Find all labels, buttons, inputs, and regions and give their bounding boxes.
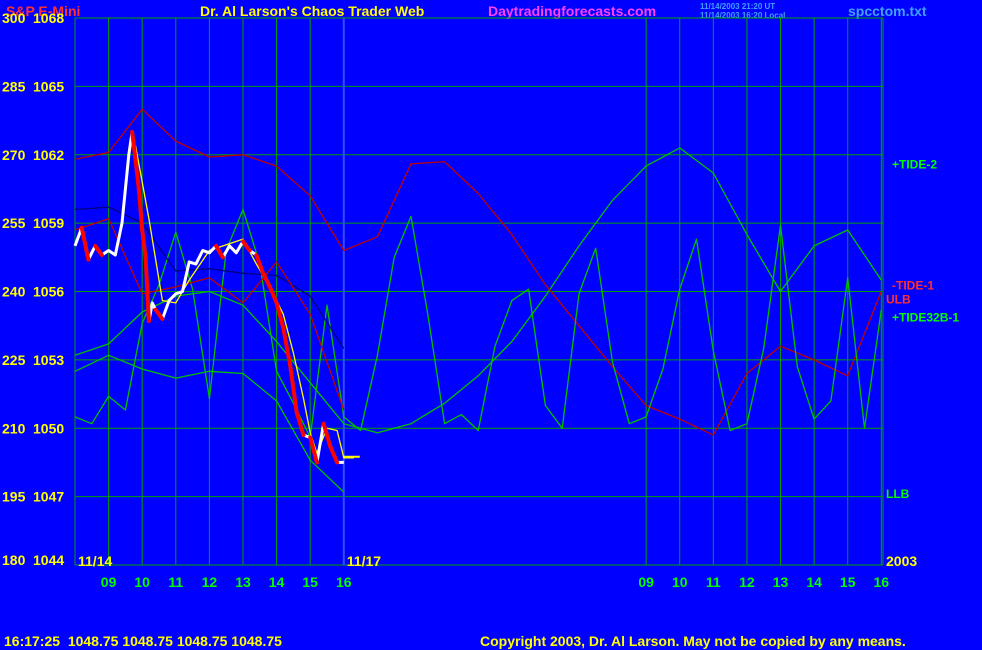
quote-readout: 16:17:25 1048.75 1048.75 1048.75 1048.75 bbox=[4, 633, 282, 649]
y-tick-index-label: 180 bbox=[2, 552, 26, 568]
x-tick-label: 11 bbox=[168, 574, 183, 590]
timestamp-ut: 11/14/2003 21:20 UT bbox=[700, 2, 775, 11]
copyright-notice: Copyright 2003, Dr. Al Larson. May not b… bbox=[480, 633, 906, 649]
x-tick-label: 13 bbox=[773, 574, 789, 590]
y-tick-index-label: 270 bbox=[2, 147, 26, 163]
x-tick-label: 15 bbox=[840, 574, 856, 590]
x-tick-label: 15 bbox=[302, 574, 318, 590]
x-tick-label: 12 bbox=[202, 574, 218, 590]
x-tick-label: 10 bbox=[134, 574, 150, 590]
timestamp-local: 11/14/2003 16:20 Local bbox=[700, 11, 785, 20]
chart-background bbox=[0, 0, 982, 650]
date-label: 2003 bbox=[886, 553, 917, 569]
series-label: ULB bbox=[886, 293, 911, 307]
series-label: +TIDE-2 bbox=[892, 157, 937, 171]
x-tick-label: 16 bbox=[874, 574, 890, 590]
y-tick-price-label: 1050 bbox=[33, 420, 64, 436]
x-tick-label: 16 bbox=[336, 574, 352, 590]
chaos-trader-chart: S&P E-Mini Dr. Al Larson's Chaos Trader … bbox=[0, 0, 982, 650]
x-tick-label: 09 bbox=[638, 574, 654, 590]
y-tick-index-label: 210 bbox=[2, 420, 26, 436]
series-label: LLB bbox=[886, 487, 910, 501]
x-tick-label: 11 bbox=[706, 574, 721, 590]
filename-label: spcctom.txt bbox=[848, 3, 927, 19]
y-tick-price-label: 1047 bbox=[33, 489, 64, 505]
series-label: +TIDE32B-1 bbox=[892, 311, 959, 325]
x-tick-label: 10 bbox=[672, 574, 688, 590]
y-tick-price-label: 1059 bbox=[33, 215, 64, 231]
y-tick-index-label: 195 bbox=[2, 489, 26, 505]
x-tick-label: 13 bbox=[235, 574, 251, 590]
y-tick-price-label: 1056 bbox=[33, 284, 64, 300]
y-tick-price-label: 1062 bbox=[33, 147, 64, 163]
x-tick-label: 09 bbox=[101, 574, 117, 590]
x-tick-label: 14 bbox=[269, 574, 285, 590]
date-label: 11/17 bbox=[347, 553, 381, 569]
chart-title: Dr. Al Larson's Chaos Trader Web bbox=[200, 3, 424, 19]
site-label: Daytradingforecasts.com bbox=[488, 3, 656, 19]
y-tick-price-label: 1068 bbox=[33, 10, 64, 26]
x-tick-label: 12 bbox=[739, 574, 755, 590]
y-tick-index-label: 300 bbox=[2, 10, 26, 26]
y-tick-index-label: 225 bbox=[2, 352, 26, 368]
series-label: -TIDE-1 bbox=[892, 279, 934, 293]
x-tick-label: 14 bbox=[806, 574, 822, 590]
y-tick-index-label: 255 bbox=[2, 215, 26, 231]
y-tick-price-label: 1065 bbox=[33, 78, 64, 94]
y-tick-index-label: 240 bbox=[2, 284, 26, 300]
y-tick-price-label: 1053 bbox=[33, 352, 64, 368]
y-tick-index-label: 285 bbox=[2, 78, 26, 94]
date-label: 11/14 bbox=[78, 553, 112, 569]
y-tick-price-label: 1044 bbox=[33, 552, 64, 568]
